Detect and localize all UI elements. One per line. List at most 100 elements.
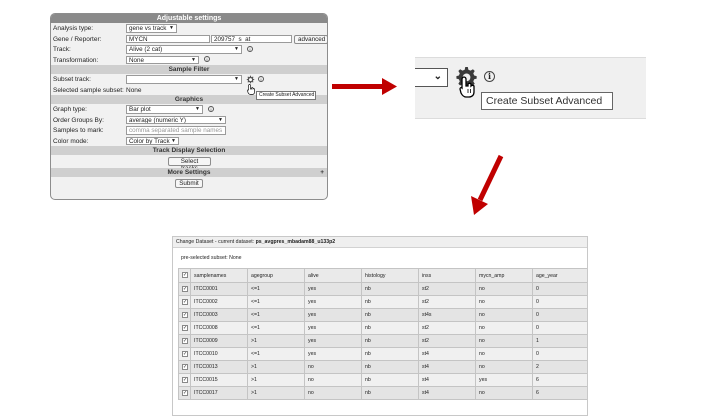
subset-track-select[interactable]: ▼ (126, 75, 242, 84)
table-cell-samplenames: ITCC0002 (190, 295, 248, 309)
row-checkbox-cell[interactable]: ✓ (178, 282, 191, 296)
order-groups-select[interactable]: average (numeric Y) ▼ (126, 115, 226, 124)
table-row[interactable]: ✓ ITCC0002 <=1 yes nb st2 no 0 (178, 295, 587, 309)
table-row[interactable]: ✓ ITCC0017 >1 no nb st4 no 6 (178, 386, 587, 400)
table-cell-agegroup: >1 (247, 373, 305, 387)
table-cell-age_year: 6 (532, 386, 587, 400)
transformation-select[interactable]: None ▼ (126, 55, 199, 64)
row-checkbox[interactable]: ✓ (182, 350, 188, 357)
table-cell-mycn_amp: no (475, 347, 533, 361)
select-tracks-row: Select tracks (51, 155, 327, 172)
table-row[interactable]: ✓ ITCC0001 <=1 yes nb st2 no 0 (178, 282, 587, 296)
samples-to-mark-input[interactable]: comma separated sample names (126, 126, 226, 135)
transformation-row: Transformation: None ▼ i (51, 55, 327, 66)
row-checkbox[interactable]: ✓ (182, 285, 188, 292)
row-checkbox-cell[interactable]: ✓ (178, 321, 191, 335)
table-cell-histology: nb (361, 308, 419, 322)
submit-row: Submit (51, 177, 327, 190)
subset-track-label: Subset track: (53, 76, 91, 83)
column-header-inss[interactable]: inss (418, 268, 476, 283)
graph-type-row: Graph type: Bar plot ▼ i (51, 104, 327, 115)
row-checkbox-cell[interactable]: ✓ (178, 360, 191, 374)
analysis-type-value: gene vs track (129, 25, 167, 32)
table-cell-age_year: 0 (532, 321, 587, 335)
submit-button[interactable]: Submit (175, 179, 203, 188)
column-header-age_year[interactable]: age_year (532, 268, 587, 283)
chevron-down-icon: ▼ (195, 106, 200, 112)
row-checkbox[interactable]: ✓ (182, 376, 188, 383)
dataset-name[interactable]: ps_avgpres_mbadam88_u133p2 (256, 239, 336, 245)
subset-track-select-zoomed[interactable]: ⌄ (415, 68, 448, 87)
expand-icon[interactable]: + (320, 168, 324, 177)
panel-title: Adjustable settings (51, 14, 327, 23)
column-header-agegroup[interactable]: agegroup (247, 268, 305, 283)
row-checkbox[interactable]: ✓ (182, 363, 188, 370)
gene-reporter-row: Gene / Reporter: MYCN 209757_s_at advanc… (51, 34, 327, 45)
table-cell-histology: nb (361, 295, 419, 309)
color-mode-select[interactable]: Color by Track ▼ (126, 136, 179, 145)
table-row[interactable]: ✓ ITCC0009 >1 yes nb st2 no 1 (178, 334, 587, 348)
table-row[interactable]: ✓ ITCC0010 <=1 yes nb st4 no 0 (178, 347, 587, 361)
row-checkbox[interactable]: ✓ (182, 337, 188, 344)
row-checkbox[interactable]: ✓ (182, 324, 188, 331)
table-cell-agegroup: <=1 (247, 308, 305, 322)
row-checkbox-cell[interactable]: ✓ (178, 386, 191, 400)
table-cell-mycn_amp: yes (475, 373, 533, 387)
graph-type-select[interactable]: Bar plot ▼ (126, 105, 203, 114)
gear-icon[interactable] (246, 75, 255, 84)
chevron-down-icon: ▼ (171, 137, 176, 144)
info-icon[interactable]: i (208, 105, 214, 112)
row-checkbox-cell[interactable]: ✓ (178, 347, 191, 361)
table-row[interactable]: ✓ ITCC0013 >1 no nb st4 no 2 (178, 360, 587, 374)
column-header-alive[interactable]: alive (304, 268, 362, 283)
row-checkbox[interactable]: ✓ (182, 389, 188, 396)
color-mode-row: Color mode: Color by Track ▼ (51, 136, 327, 147)
table-cell-inss: st2 (418, 282, 476, 296)
track-select[interactable]: Alive (2 cat) ▼ (126, 45, 242, 54)
track-row: Track: Alive (2 cat) ▼ i (51, 44, 327, 55)
column-header-histology[interactable]: histology (361, 268, 419, 283)
table-cell-histology: nb (361, 373, 419, 387)
chevron-down-icon: ⌄ (433, 71, 442, 82)
row-checkbox[interactable]: ✓ (182, 311, 188, 318)
table-row[interactable]: ✓ ITCC0015 >1 no nb st4 yes 6 (178, 373, 587, 387)
info-icon[interactable]: i (247, 45, 253, 52)
chevron-down-icon: ▼ (218, 116, 223, 123)
info-icon[interactable]: i (258, 75, 264, 82)
reporter-input[interactable]: 209757_s_at (211, 34, 292, 43)
row-checkbox-cell[interactable]: ✓ (178, 295, 191, 309)
info-icon[interactable]: i (204, 56, 210, 62)
table-cell-alive: no (304, 373, 362, 387)
advanced-button[interactable]: advanced (294, 34, 327, 44)
select-all-checkbox-cell[interactable]: ✓ (178, 268, 191, 283)
select-tracks-button[interactable]: Select tracks (168, 157, 211, 172)
table-cell-mycn_amp: no (475, 334, 533, 348)
gene-input[interactable]: MYCN (126, 34, 210, 43)
samples-to-mark-label: Samples to mark: (53, 127, 104, 134)
table-cell-samplenames: ITCC0017 (190, 386, 248, 400)
table-cell-agegroup: <=1 (247, 282, 305, 296)
table-row[interactable]: ✓ ITCC0003 <=1 yes nb st4s no 0 (178, 308, 587, 322)
table-cell-samplenames: ITCC0009 (190, 334, 248, 348)
table-cell-inss: st2 (418, 334, 476, 348)
row-checkbox[interactable]: ✓ (182, 298, 188, 305)
info-icon[interactable]: i (484, 71, 495, 82)
row-checkbox-cell[interactable]: ✓ (178, 308, 191, 322)
column-header-mycn_amp[interactable]: mycn_amp (475, 268, 533, 283)
column-header-samplenames[interactable]: samplenames (190, 268, 248, 283)
adjustable-settings-panel: Adjustable settings Analysis type: gene … (50, 13, 328, 200)
row-checkbox-cell[interactable]: ✓ (178, 373, 191, 387)
order-groups-row: Order Groups By: average (numeric Y) ▼ (51, 115, 327, 126)
table-cell-age_year: 6 (532, 373, 587, 387)
more-settings-header[interactable]: More Settings + (51, 168, 327, 177)
color-mode-label: Color mode: (53, 137, 89, 145)
table-row[interactable]: ✓ ITCC0008 <=1 yes nb st2 no 0 (178, 321, 587, 335)
zoomed-view: ⌄ i Create Subset Advanced (415, 57, 646, 119)
transformation-label: Transformation: (53, 56, 99, 64)
table-cell-alive: no (304, 386, 362, 400)
row-checkbox-cell[interactable]: ✓ (178, 334, 191, 348)
analysis-type-select[interactable]: gene vs track ▼ (126, 24, 177, 33)
subset-track-row: Subset track: ▼ i (51, 74, 327, 85)
select-all-checkbox[interactable]: ✓ (182, 272, 188, 279)
sample-filter-header: Sample Filter (51, 65, 327, 74)
